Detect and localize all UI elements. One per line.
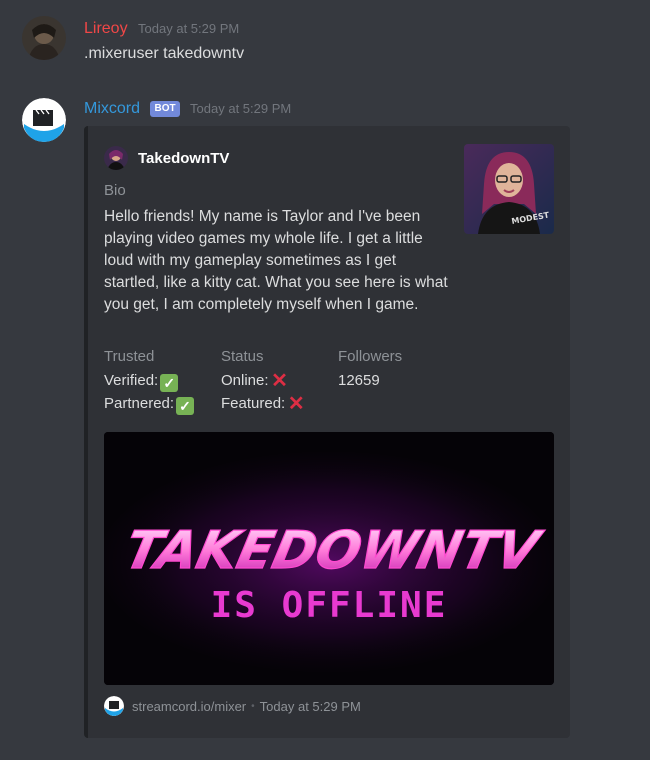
profile-thumbnail[interactable]: MODEST (464, 144, 554, 234)
message-timestamp: Today at 5:29 PM (190, 101, 292, 116)
status-online: Online: ✕ (221, 370, 289, 392)
banner-title: TAKEDOWNTV (120, 521, 548, 581)
online-label: Online: (221, 372, 269, 389)
message-timestamp: Today at 5:29 PM (138, 21, 240, 36)
username[interactable]: Mixcord BOT Today at 5:29 PM (84, 100, 291, 118)
streamcord-icon (104, 696, 124, 716)
trusted-label: Trusted (104, 348, 155, 365)
embed-author-name[interactable]: TakedownTV (138, 150, 229, 167)
footer-timestamp: Today at 5:29 PM (259, 698, 361, 714)
followers-label: Followers (338, 348, 403, 365)
cross-mark-icon: ✕ (271, 370, 288, 392)
embed: TakedownTV MODEST Bio Hello friends! My … (84, 126, 570, 738)
white-check-mark-icon: ✓ (176, 397, 195, 415)
verified-label: Verified: (104, 372, 159, 389)
trusted-verified: Verified: ✓ (104, 370, 179, 392)
status-label: Status (221, 348, 264, 365)
username[interactable]: Lireoy Today at 5:29 PM (84, 20, 239, 38)
message-content: .mixeruser takedowntv (84, 45, 245, 62)
embed-footer: streamcord.io/mixer • Today at 5:29 PM (104, 696, 361, 716)
offline-banner-image[interactable]: TAKEDOWNTV IS OFFLINE (104, 432, 554, 685)
bio-text: Hello friends! My name is Taylor and I'v… (104, 208, 448, 313)
clapperboard-icon (33, 109, 53, 126)
white-check-mark-icon: ✓ (160, 374, 179, 392)
footer-text: streamcord.io/mixer (132, 698, 247, 714)
followers-value: 12659 (338, 372, 380, 389)
author-icon (104, 146, 128, 170)
bot-tag: BOT (150, 101, 180, 117)
footer-separator: • (251, 700, 255, 712)
author-name[interactable]: Mixcord (84, 100, 140, 117)
partnered-label: Partnered: (104, 395, 175, 412)
banner-subtitle: IS OFFLINE (211, 585, 448, 626)
trusted-partnered: Partnered: ✓ (104, 393, 195, 415)
featured-label: Featured: (221, 395, 286, 412)
bio-label: Bio (104, 182, 126, 199)
bot-avatar[interactable] (22, 98, 66, 142)
author-name[interactable]: Lireoy (84, 20, 128, 37)
user-avatar[interactable] (22, 16, 66, 60)
status-featured: Featured: ✕ (221, 393, 305, 415)
embed-author: TakedownTV (104, 146, 229, 170)
cross-mark-icon: ✕ (287, 393, 305, 415)
